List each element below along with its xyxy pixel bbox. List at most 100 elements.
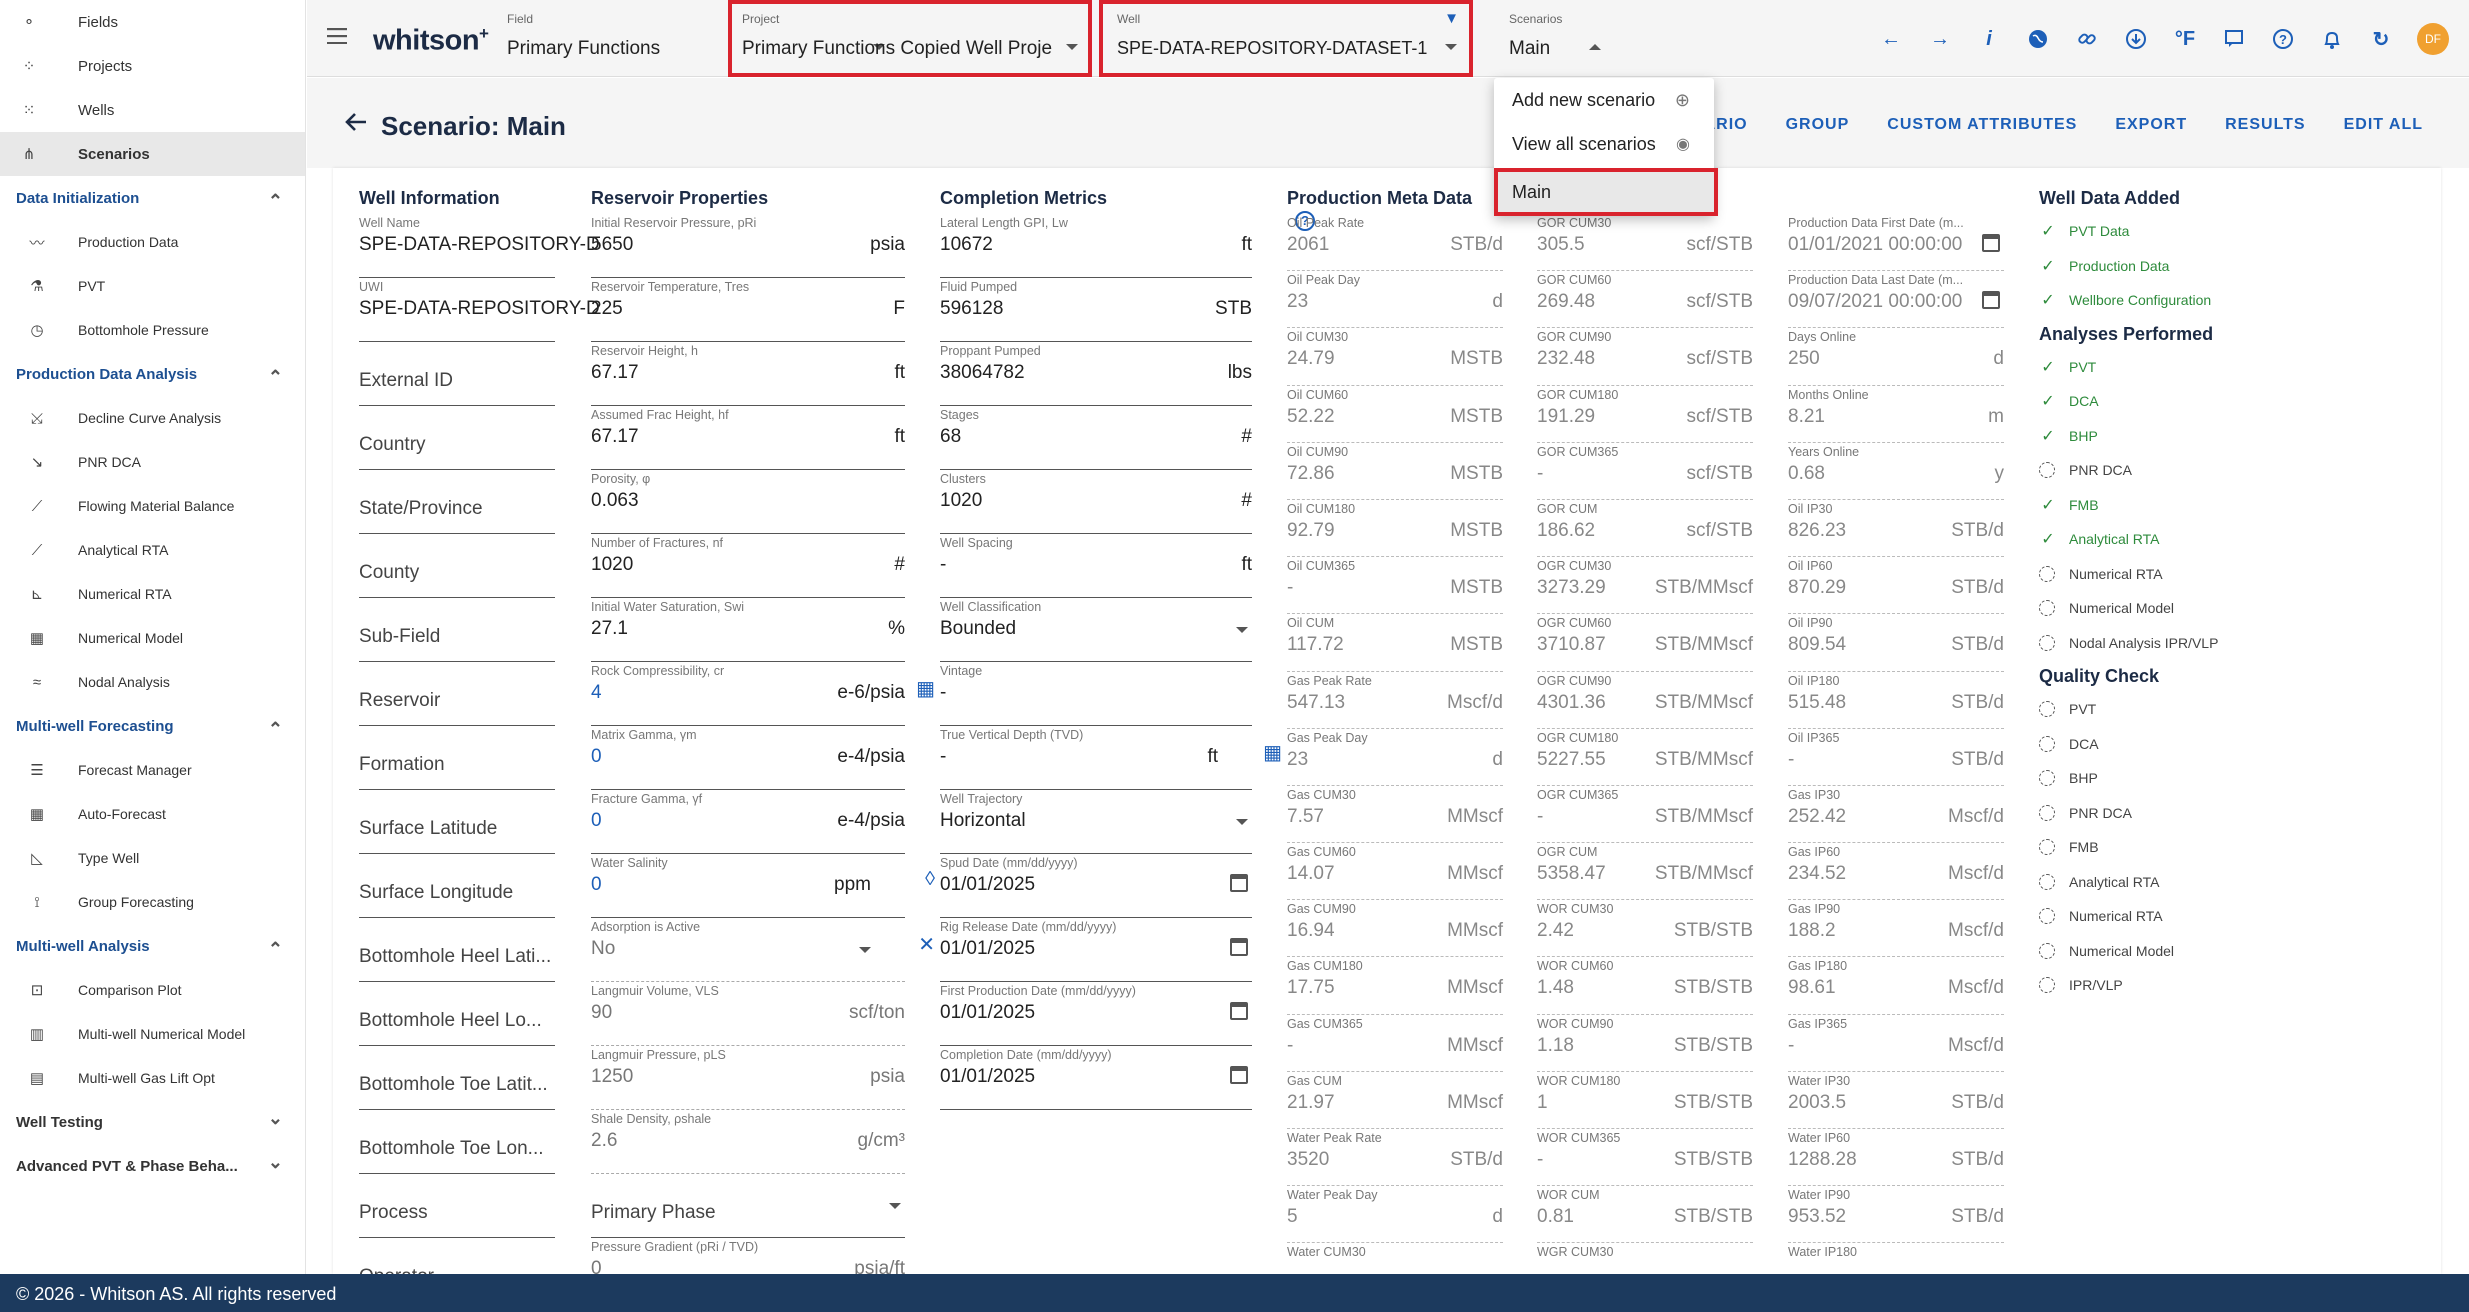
field-years-online[interactable]: Years Online 0.68 y — [1788, 443, 2004, 500]
calendar-icon[interactable] — [1230, 938, 1248, 956]
field-oil-ip60[interactable]: Oil IP60 870.29 STB/d — [1788, 557, 2004, 615]
field-wor-cum90[interactable]: WOR CUM90 1.18 STB/STB — [1537, 1015, 1753, 1072]
sidebar-section-header[interactable]: Multi-well Forecasting ⌃ — [0, 704, 305, 748]
field-water-salinity[interactable]: Water Salinity 0 ppm ◊ — [591, 854, 935, 918]
field-gas-cum90[interactable]: Gas CUM90 16.94 MMscf — [1287, 900, 1503, 958]
action-edit-all[interactable]: EDIT ALL — [2344, 116, 2423, 134]
field-oil-cum90[interactable]: Oil CUM90 72.86 MSTB — [1287, 443, 1503, 500]
field-lateral-length-gpi-lw[interactable]: Lateral Length GPI, Lw 10672 ft — [940, 214, 1252, 278]
field-production-data-first-date-m-[interactable]: Production Data First Date (m... 01/01/20… — [1788, 214, 2004, 272]
sidebar-item-bottomhole-pressure[interactable]: ◷ Bottomhole Pressure — [0, 308, 305, 352]
field-clusters[interactable]: Clusters 1020 # — [940, 470, 1252, 534]
field-fluid-pumped[interactable]: Fluid Pumped 596128 STB — [940, 278, 1252, 342]
sidebar-section-header[interactable]: Multi-well Analysis ⌃ — [0, 924, 305, 968]
field-gas-peak-day[interactable]: Gas Peak Day 23 d — [1287, 729, 1503, 786]
calendar-icon[interactable] — [1230, 1066, 1248, 1084]
field-proppant-pumped[interactable]: Proppant Pumped 38064782 lbs — [940, 342, 1252, 406]
field-langmuir-pressure-pls[interactable]: Langmuir Pressure, pLS 1250 psia — [591, 1046, 905, 1110]
sidebar-item-group-forecasting[interactable]: ⟟ Group Forecasting — [0, 880, 305, 924]
field-formation[interactable]: Formation — [359, 726, 555, 790]
avatar[interactable]: DF — [2417, 23, 2449, 55]
well-select[interactable]: Well ▼ SPE-DATA-REPOSITORY-DATASET-1-WEL… — [1099, 0, 1473, 77]
field-ogr-cum180[interactable]: OGR CUM180 5227.55 STB/MMscf — [1537, 729, 1753, 786]
sidebar-item-numerical-rta[interactable]: ⊾ Numerical RTA — [0, 572, 305, 616]
calendar-icon[interactable] — [1982, 234, 2000, 252]
scenario-select[interactable]: Scenarios Main — [1495, 0, 1615, 77]
feedback-icon[interactable] — [2221, 26, 2247, 52]
field-initial-reservoir-pressure-pri[interactable]: Initial Reservoir Pressure, pRi 5650 psia — [591, 214, 905, 278]
help-icon[interactable]: ? — [2270, 26, 2296, 52]
field-bottomhole-heel-lo-[interactable]: Bottomhole Heel Lo... — [359, 982, 555, 1046]
field-stages[interactable]: Stages 68 # — [940, 406, 1252, 470]
field-bottomhole-toe-latit-[interactable]: Bottomhole Toe Latit... — [359, 1046, 555, 1110]
field-true-vertical-depth-tvd-[interactable]: True Vertical Depth (TVD) - ft ▦ — [940, 726, 1282, 790]
field-water-peak-rate[interactable]: Water Peak Rate 3520 STB/d — [1287, 1129, 1503, 1187]
field-ogr-cum90[interactable]: OGR CUM90 4301.36 STB/MMscf — [1537, 672, 1753, 729]
field-ogr-cum60[interactable]: OGR CUM60 3710.87 STB/MMscf — [1537, 614, 1753, 672]
field-spud-date-mm-dd-yyyy-[interactable]: Spud Date (mm/dd/yyyy) 01/01/2025 — [940, 854, 1252, 918]
field-state-province[interactable]: State/Province — [359, 470, 555, 534]
field-reservoir-temperature-tres[interactable]: Reservoir Temperature, Tres 225 F — [591, 278, 905, 342]
refresh-icon[interactable]: ↻ — [2368, 26, 2394, 52]
sidebar-item-multi-well-numerical-model[interactable]: ▥ Multi-well Numerical Model — [0, 1012, 305, 1056]
field-initial-water-saturation-swi[interactable]: Initial Water Saturation, Swi 27.1% — [591, 598, 905, 662]
field-bottomhole-heel-lati-[interactable]: Bottomhole Heel Lati... — [359, 918, 555, 982]
field-first-production-date-mm-dd-yyyy-[interactable]: First Production Date (mm/dd/yyyy) 01/01/… — [940, 982, 1252, 1046]
field-porosity-[interactable]: Porosity, φ 0.063 — [591, 470, 905, 534]
app-logo[interactable]: whitson+ — [373, 24, 489, 58]
field-primary-phase[interactable]: Primary Phase — [591, 1174, 905, 1238]
field-surface-longitude[interactable]: Surface Longitude — [359, 854, 555, 918]
sidebar-item-fields[interactable]: ⚬ Fields — [0, 0, 305, 44]
sidebar-item-numerical-model[interactable]: ▦ Numerical Model — [0, 616, 305, 660]
calculator-icon[interactable]: ▦ — [916, 676, 935, 701]
field-wgr-cum30[interactable]: WGR CUM30 — [1537, 1243, 1753, 1274]
back-arrow-icon[interactable] — [345, 112, 367, 137]
field-external-id[interactable]: External ID — [359, 342, 555, 406]
field-gas-peak-rate[interactable]: Gas Peak Rate 547.13 Mscf/d — [1287, 672, 1503, 729]
field-country[interactable]: Country — [359, 406, 555, 470]
field-gor-cum30[interactable]: GOR CUM30 305.5 scf/STB — [1537, 214, 1753, 272]
field-oil-ip180[interactable]: Oil IP180 515.48 STB/d — [1788, 672, 2004, 729]
field-oil-cum180[interactable]: Oil CUM180 92.79 MSTB — [1287, 500, 1503, 558]
scenario-option-main[interactable]: Main — [1494, 168, 1718, 216]
field-oil-ip30[interactable]: Oil IP30 826.23 STB/d — [1788, 500, 2004, 558]
field-surface-latitude[interactable]: Surface Latitude — [359, 790, 555, 854]
info-icon[interactable]: i — [1976, 26, 2002, 52]
sidebar-item-pnr-dca[interactable]: ↘ PNR DCA — [0, 440, 305, 484]
arrow-forward-icon[interactable]: → — [1927, 26, 1953, 52]
action-export[interactable]: EXPORT — [2115, 116, 2187, 134]
field-adsorption-is-active[interactable]: Adsorption is Active No ✕ — [591, 918, 935, 982]
field-number-of-fractures-nf[interactable]: Number of Fractures, nf 1020 # — [591, 534, 905, 598]
field-wor-cum180[interactable]: WOR CUM180 1 STB/STB — [1537, 1072, 1753, 1129]
field-gor-cum60[interactable]: GOR CUM60 269.48 scf/STB — [1537, 271, 1753, 329]
sidebar-item-scenarios[interactable]: ⋔ Scenarios — [0, 132, 305, 176]
field-gor-cum[interactable]: GOR CUM 186.62 scf/STB — [1537, 500, 1753, 558]
field-months-online[interactable]: Months Online 8.21 m — [1788, 386, 2004, 443]
calendar-icon[interactable] — [1982, 291, 2000, 310]
field-ogr-cum[interactable]: OGR CUM 5358.47 STB/MMscf — [1537, 843, 1753, 901]
droplet-icon[interactable]: ◊ — [925, 868, 935, 891]
field-langmuir-volume-vls[interactable]: Langmuir Volume, VLS 90 scf/ton — [591, 982, 905, 1046]
field-water-ip180[interactable]: Water IP180 — [1788, 1243, 2004, 1274]
sidebar-section-collapsed[interactable]: Advanced PVT & Phase Beha... ⌄ — [0, 1144, 305, 1188]
calendar-icon[interactable] — [1230, 1002, 1248, 1020]
field-wor-cum30[interactable]: WOR CUM30 2.42 STB/STB — [1537, 900, 1753, 958]
globe-icon[interactable] — [2025, 26, 2051, 52]
field-pressure-gradient-pri-tvd-[interactable]: Pressure Gradient (pRi / TVD) 0 psia/ft — [591, 1238, 905, 1274]
field-gas-ip90[interactable]: Gas IP90 188.2 Mscf/d — [1788, 900, 2004, 958]
field-matrix-gamma-m[interactable]: Matrix Gamma, γm 0 e-4/psia — [591, 726, 905, 790]
sidebar-item-projects[interactable]: ⁘ Projects — [0, 44, 305, 88]
field-ogr-cum30[interactable]: OGR CUM30 3273.29 STB/MMscf — [1537, 557, 1753, 615]
field-well-spacing[interactable]: Well Spacing - ft — [940, 534, 1252, 598]
field-oil-peak-rate[interactable]: Oil Peak Rate 2061 STB/d — [1287, 214, 1503, 272]
field-well-name[interactable]: Well Name SPE-DATA-REPOSITORY-D — [359, 214, 600, 278]
add-new-scenario-item[interactable]: Add new scenario ⊕ — [1494, 78, 1714, 122]
field-gor-cum90[interactable]: GOR CUM90 232.48 scf/STB — [1537, 328, 1753, 386]
project-select[interactable]: Project Primary Functions Copied Well Pr… — [728, 0, 1092, 77]
field-water-ip60[interactable]: Water IP60 1288.28 STB/d — [1788, 1129, 2004, 1187]
temperature-unit-icon[interactable]: °F — [2172, 26, 2198, 52]
calculator-icon[interactable]: ▦ — [1263, 740, 1282, 765]
sidebar-item-type-well[interactable]: ◺ Type Well — [0, 836, 305, 880]
sidebar-item-wells[interactable]: ⁙ Wells — [0, 88, 305, 132]
field-ogr-cum365[interactable]: OGR CUM365 - STB/MMscf — [1537, 786, 1753, 844]
